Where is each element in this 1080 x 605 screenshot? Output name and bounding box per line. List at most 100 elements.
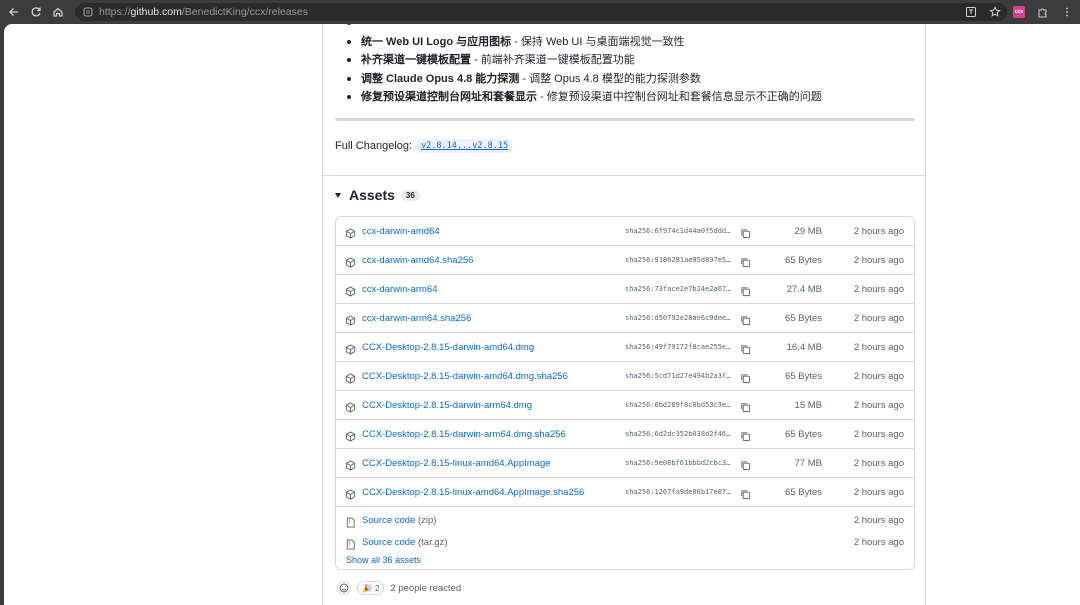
asset-time: 2 hours ago <box>853 370 904 382</box>
reload-icon[interactable] <box>25 1 47 23</box>
asset-download-link[interactable]: CCX-Desktop-2.8.15-darwin-amd64.dmg <box>362 342 534 353</box>
assets-toggle[interactable]: Assets 36 <box>335 187 420 203</box>
asset-time: 2 hours ago <box>853 514 904 526</box>
asset-sha256: sha256:6d2dc352b038d2f46… <box>625 430 731 438</box>
asset-download-link[interactable]: ccx-darwin-amd64.sha256 <box>362 255 473 266</box>
copy-icon[interactable] <box>740 342 751 354</box>
list-item: 统一 Web UI Logo 与应用图标 - 保持 Web UI 与桌面端视觉一… <box>339 33 909 52</box>
package-icon <box>345 342 356 355</box>
copy-icon[interactable] <box>740 429 751 441</box>
asset-time: 2 hours ago <box>853 486 904 498</box>
full-changelog: Full Changelog: v2.8.14...v2.8.15 <box>335 139 513 153</box>
asset-size: 16.4 MB <box>786 341 822 353</box>
asset-sha256: sha256:1267fa9de86b17e87… <box>625 488 731 496</box>
add-reaction-button[interactable] <box>337 581 351 595</box>
caret-down-icon <box>335 192 341 198</box>
back-icon[interactable] <box>3 1 25 23</box>
asset-time: 2 hours ago <box>853 225 904 237</box>
copy-icon[interactable] <box>740 400 751 412</box>
bookmark-star-icon[interactable] <box>986 3 1004 21</box>
asset-time: 2 hours ago <box>853 457 904 469</box>
copy-icon[interactable] <box>740 255 751 267</box>
page-viewport: 统一 Web UI Logo 与应用图标 - 保持 Web UI 与桌面端视觉一… <box>4 24 1080 605</box>
list-item <box>339 24 909 33</box>
asset-download-link[interactable]: CCX-Desktop-2.8.15-darwin-amd64.dmg.sha2… <box>362 371 568 382</box>
source-code-row: Source code (tar.gz) 2 hours ago <box>336 531 914 553</box>
asset-size: 15 MB <box>794 399 822 411</box>
copy-icon[interactable] <box>740 458 751 470</box>
asset-download-link[interactable]: CCX-Desktop-2.8.15-linux-amd64.AppImage.… <box>362 487 584 498</box>
extensions-puzzle-icon[interactable] <box>1034 3 1052 21</box>
address-bar[interactable]: https://github.com/BenedictKing/ccx/rele… <box>75 3 1007 21</box>
asset-row: ccx-darwin-arm64 sha256:73face2e7b24e2a67… <box>336 275 914 304</box>
tada-reaction-button[interactable]: 🎉 2 <box>357 581 385 595</box>
asset-size: 65 Bytes <box>785 428 822 440</box>
asset-row: CCX-Desktop-2.8.15-darwin-arm64.dmg sha25… <box>336 391 914 420</box>
section-separator <box>323 175 925 176</box>
assets-list: ccx-darwin-amd64 sha256:6f974c1d44a0f5ddd… <box>335 216 915 570</box>
asset-sha256: sha256:9e08bf61bbbd2cbc3… <box>625 459 731 467</box>
asset-time: 2 hours ago <box>853 283 904 295</box>
source-code-link[interactable]: Source code (tar.gz) <box>362 537 448 548</box>
site-info-icon[interactable] <box>83 7 93 17</box>
asset-size: 29 MB <box>794 225 822 237</box>
asset-download-link[interactable]: ccx-darwin-amd64 <box>362 226 440 237</box>
asset-time: 2 hours ago <box>853 536 904 548</box>
home-icon[interactable] <box>47 1 69 23</box>
asset-row: ccx-darwin-arm64.sha256 sha256:d50792e28a… <box>336 304 914 333</box>
copy-icon[interactable] <box>740 487 751 499</box>
package-icon <box>345 226 356 239</box>
asset-row: CCX-Desktop-2.8.15-darwin-amd64.dmg sha25… <box>336 333 914 362</box>
asset-row: CCX-Desktop-2.8.15-linux-amd64.AppImage s… <box>336 449 914 478</box>
package-icon <box>345 371 356 384</box>
asset-time: 2 hours ago <box>853 341 904 353</box>
package-icon <box>345 284 356 297</box>
package-icon <box>345 313 356 326</box>
copy-icon[interactable] <box>740 371 751 383</box>
asset-time: 2 hours ago <box>853 254 904 266</box>
asset-download-link[interactable]: ccx-darwin-arm64.sha256 <box>362 313 471 324</box>
show-all-assets-link[interactable]: Show all 36 assets <box>346 555 421 565</box>
file-zip-icon <box>345 515 356 528</box>
assets-count-badge: 36 <box>400 189 420 201</box>
asset-sha256: sha256:9186281ae95d897e5… <box>625 256 731 264</box>
asset-row: CCX-Desktop-2.8.15-linux-amd64.AppImage.… <box>336 478 914 507</box>
list-item: 调整 Claude Opus 4.8 能力探测 - 调整 Opus 4.8 模型… <box>339 70 909 89</box>
file-zip-icon <box>345 537 356 550</box>
copy-icon[interactable] <box>740 313 751 325</box>
source-code-link[interactable]: Source code (zip) <box>362 515 436 526</box>
asset-sha256: sha256:6f974c1d44a0f5ddd… <box>625 227 731 235</box>
asset-sha256: sha256:d50792e28ae6c9dee… <box>625 314 731 322</box>
asset-size: 77 MB <box>794 457 822 469</box>
asset-row: ccx-darwin-amd64 sha256:6f974c1d44a0f5ddd… <box>336 217 914 246</box>
reactions-bar: 🎉 2 2 people reacted <box>337 581 461 595</box>
asset-download-link[interactable]: ccx-darwin-arm64 <box>362 284 438 295</box>
asset-download-link[interactable]: CCX-Desktop-2.8.15-linux-amd64.AppImage <box>362 458 551 469</box>
changelog-label: Full Changelog: <box>335 140 413 152</box>
asset-sha256: sha256:49f79172f8cae255e… <box>625 343 731 351</box>
smiley-icon <box>339 583 349 593</box>
asset-download-link[interactable]: CCX-Desktop-2.8.15-darwin-arm64.dmg.sha2… <box>362 429 566 440</box>
asset-size: 65 Bytes <box>785 254 822 266</box>
asset-row: CCX-Desktop-2.8.15-darwin-arm64.dmg.sha2… <box>336 420 914 449</box>
list-item: 修复预设渠道控制台网址和套餐显示 - 修复预设渠道中控制台网址和套餐信息显示不正… <box>339 88 909 107</box>
copy-icon[interactable] <box>740 226 751 238</box>
asset-size: 65 Bytes <box>785 370 822 382</box>
divider <box>335 118 915 121</box>
package-icon <box>345 458 356 471</box>
asset-time: 2 hours ago <box>853 312 904 324</box>
asset-download-link[interactable]: CCX-Desktop-2.8.15-darwin-arm64.dmg <box>362 400 532 411</box>
translate-icon[interactable] <box>962 3 980 21</box>
package-icon <box>345 429 356 442</box>
asset-time: 2 hours ago <box>853 428 904 440</box>
asset-time: 2 hours ago <box>853 399 904 411</box>
reaction-count: 2 <box>374 583 380 593</box>
release-notes: 统一 Web UI Logo 与应用图标 - 保持 Web UI 与桌面端视觉一… <box>339 24 909 107</box>
changelog-link[interactable]: v2.8.14...v2.8.15 <box>417 139 513 153</box>
copy-icon[interactable] <box>740 284 751 296</box>
asset-row: CCX-Desktop-2.8.15-darwin-amd64.dmg.sha2… <box>336 362 914 391</box>
browser-menu-icon[interactable] <box>1058 3 1076 21</box>
package-icon <box>345 400 356 413</box>
asset-sha256: sha256:73face2e7b24e2a67… <box>625 285 731 293</box>
extension-ccx-icon[interactable]: ccx <box>1010 3 1028 21</box>
